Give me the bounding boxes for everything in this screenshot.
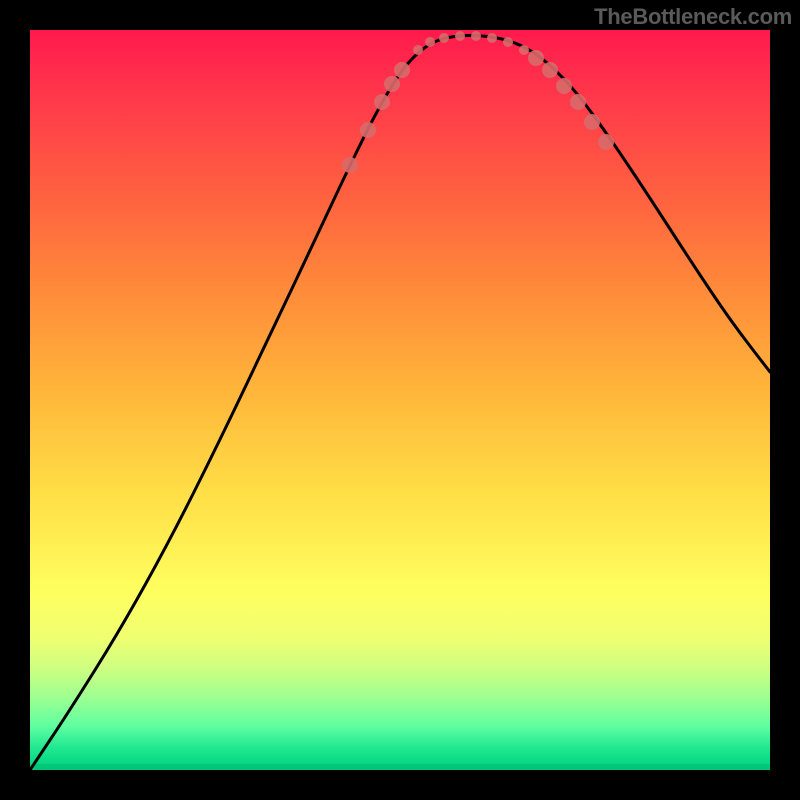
data-marker	[360, 122, 376, 138]
data-marker	[556, 78, 572, 94]
data-marker	[570, 94, 586, 110]
chart-area	[30, 30, 770, 770]
data-marker	[542, 62, 558, 78]
data-marker	[584, 114, 600, 130]
data-marker	[439, 33, 449, 43]
data-marker	[519, 45, 529, 55]
data-marker	[598, 134, 614, 150]
watermark-text: TheBottleneck.com	[594, 4, 792, 30]
data-marker	[374, 94, 390, 110]
data-marker	[425, 37, 435, 47]
data-marker	[413, 45, 423, 55]
data-marker	[455, 31, 465, 41]
data-marker	[487, 33, 497, 43]
data-marker	[528, 50, 544, 66]
data-marker	[394, 62, 410, 78]
data-marker	[384, 76, 400, 92]
curve-svg	[30, 30, 770, 770]
data-marker	[503, 37, 513, 47]
data-marker	[471, 31, 481, 41]
data-marker	[342, 157, 358, 173]
bottleneck-curve	[30, 36, 770, 771]
